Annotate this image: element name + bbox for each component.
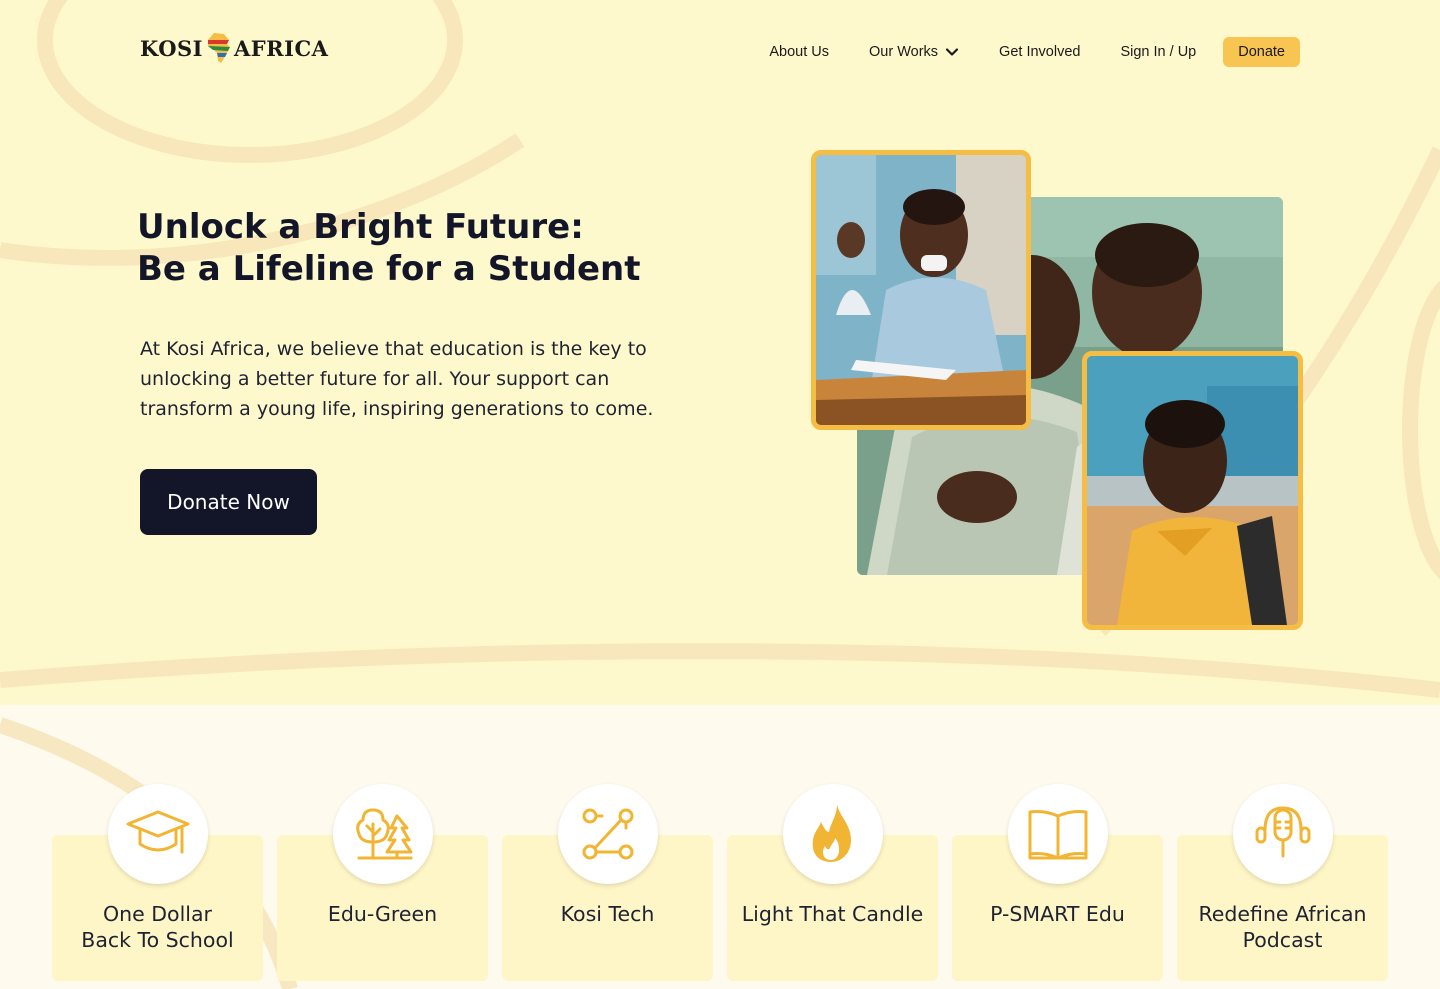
program-icon-circle[interactable] (1008, 784, 1108, 884)
hero-section: KOSI AFRICA About Us Our Works Get Invol… (0, 0, 1440, 705)
kosi-africa-logo[interactable]: KOSI AFRICA (140, 30, 328, 66)
hero-description: At Kosi Africa, we believe that educatio… (140, 334, 700, 424)
route-nodes-icon (582, 808, 634, 860)
hero-title-line-2: Be a Lifeline for a Student (137, 249, 641, 289)
program-label-line: Podcast (1242, 928, 1323, 952)
open-book-icon (1028, 810, 1088, 860)
program-label-line: Edu-Green (327, 902, 438, 926)
student-yellow-shirt-photo (1082, 351, 1303, 630)
program-icon-circle[interactable] (558, 784, 658, 884)
nav-sign-in-up[interactable]: Sign In / Up (1120, 44, 1196, 60)
program-icon-circle[interactable] (783, 784, 883, 884)
africa-map-icon (207, 33, 230, 63)
program-label: Edu-Green (277, 901, 488, 927)
program-label-line: Redefine African (1198, 902, 1367, 926)
program-label: P-SMART Edu (952, 901, 1163, 927)
program-label: Redefine African Podcast (1177, 901, 1388, 953)
hero-title: Unlock a Bright Future: Be a Lifeline fo… (137, 206, 641, 290)
hero-description-line: unlocking a better future for all. Your … (140, 368, 610, 390)
program-label-line: One Dollar (103, 902, 212, 926)
nav-our-works-label: Our Works (869, 44, 939, 60)
trees-icon (356, 808, 413, 860)
nav-get-involved[interactable]: Get Involved (999, 44, 1080, 60)
chevron-down-icon (945, 48, 959, 56)
nav-about-us[interactable]: About Us (769, 44, 829, 60)
logo-text-left: KOSI (140, 35, 203, 61)
logo-text-right: AFRICA (233, 35, 329, 61)
program-label: Kosi Tech (502, 901, 713, 927)
program-label: One Dollar Back To School (52, 901, 263, 953)
program-icon-circle[interactable] (333, 784, 433, 884)
main-nav: About Us Our Works Get Involved Sign In … (769, 37, 1300, 67)
student-classroom-photo (811, 150, 1031, 430)
hero-title-line-1: Unlock a Bright Future: (137, 207, 584, 247)
program-label: Light That Candle (727, 901, 938, 927)
program-label-line: P-SMART Edu (990, 902, 1125, 926)
program-icon-circle[interactable] (1233, 784, 1333, 884)
graduation-cap-icon (126, 810, 190, 854)
nav-our-works[interactable]: Our Works (869, 44, 959, 60)
nav-about-us-label: About Us (769, 44, 830, 60)
program-label-line: Kosi Tech (560, 902, 655, 926)
program-label-line: Back To School (81, 928, 234, 952)
nav-get-involved-label: Get Involved (999, 44, 1081, 60)
nav-donate-button[interactable]: Donate (1223, 37, 1300, 67)
podcast-mic-icon (1255, 806, 1311, 858)
program-label-line: Light That Candle (741, 902, 924, 926)
nav-sign-in-up-label: Sign In / Up (1120, 44, 1197, 60)
donate-now-button[interactable]: Donate Now (140, 469, 317, 535)
flame-icon (812, 804, 851, 862)
hero-description-line: transform a young life, inspiring genera… (140, 398, 654, 420)
hero-description-line: At Kosi Africa, we believe that educatio… (140, 338, 647, 360)
program-icon-circle[interactable] (108, 784, 208, 884)
